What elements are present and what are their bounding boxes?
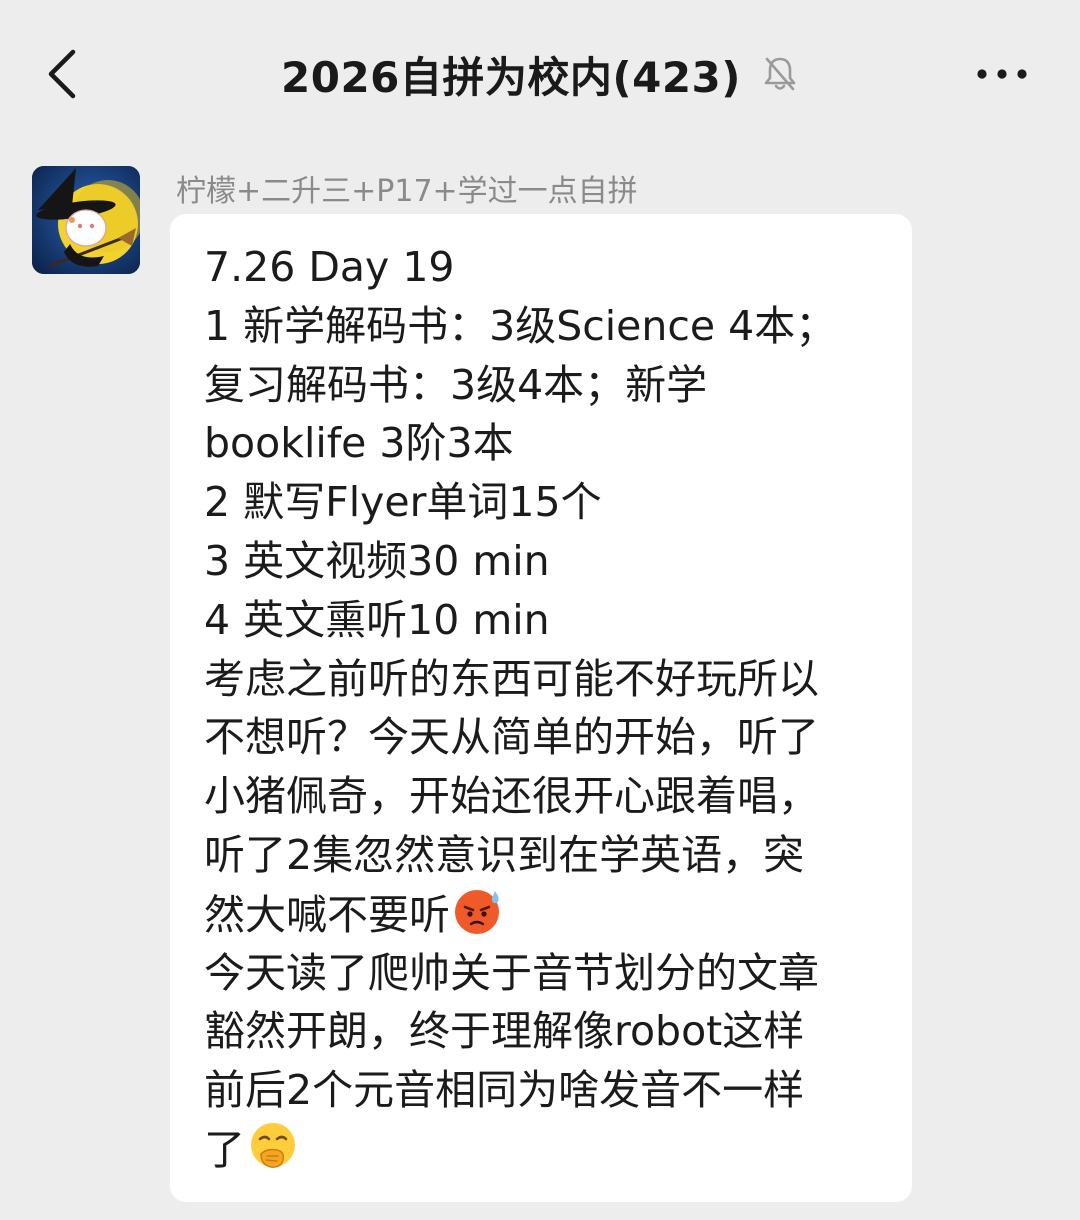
message-line: 不想听？今天从简单的开始，听了 (204, 713, 819, 762)
chat-header: 2026自拼为校内(423) (0, 0, 1080, 140)
sender-avatar[interactable] (32, 166, 140, 274)
message-line: 1 新学解码书：3级Science 4本； (204, 301, 837, 350)
chevron-left-icon (48, 49, 76, 99)
message-line-with-emoji: 然大喊不要听 (204, 885, 882, 944)
message-line: 7.26 Day 19 (204, 243, 455, 291)
message-line: 2 默写Flyer单词15个 (204, 478, 602, 527)
message-line-text: 了 (204, 1125, 245, 1174)
message-line: 复习解码书：3级4本；新学 (204, 360, 708, 409)
chat-title: 2026自拼为校内(423) (281, 52, 741, 102)
back-button[interactable] (30, 38, 94, 110)
message-line: booklife 3阶3本 (204, 419, 514, 468)
sender-name: 柠檬+二升三+P17+学过一点自拼 (176, 174, 638, 209)
message-line-text: 然大喊不要听 (204, 890, 450, 939)
message-line-with-emoji: 了 (204, 1120, 882, 1179)
message-line: 今天读了爬帅关于音节划分的文章 (204, 948, 819, 997)
message-line: 3 英文视频30 min (204, 536, 550, 585)
more-options-button[interactable] (970, 50, 1034, 98)
message-line: 考虑之前听的东西可能不好玩所以 (204, 654, 819, 703)
message-line: 豁然开朗，终于理解像robot这样 (204, 1007, 805, 1056)
message-line: 4 英文熏听10 min (204, 595, 550, 644)
message-line: 听了2集忽然意识到在学英语，突 (204, 830, 805, 879)
title-area: 2026自拼为校内(423) (0, 38, 1080, 110)
witch-avatar (32, 166, 140, 274)
thinking-hand-over-mouth-emoji (251, 1122, 295, 1168)
angry-sweat-face-emoji (455, 889, 499, 934)
message-line: 前后2个元音相同为啥发音不一样 (204, 1066, 805, 1115)
message-bubble[interactable]: 7.26 Day 19 1 新学解码书：3级Science 4本； 复习解码书：… (170, 214, 912, 1202)
bell-off-icon (763, 54, 799, 94)
message-line: 小猪佩奇，开始还很开心跟着唱， (204, 772, 819, 821)
more-dots-icon (977, 69, 1027, 79)
message-text: 7.26 Day 19 1 新学解码书：3级Science 4本； 复习解码书：… (204, 238, 882, 1179)
